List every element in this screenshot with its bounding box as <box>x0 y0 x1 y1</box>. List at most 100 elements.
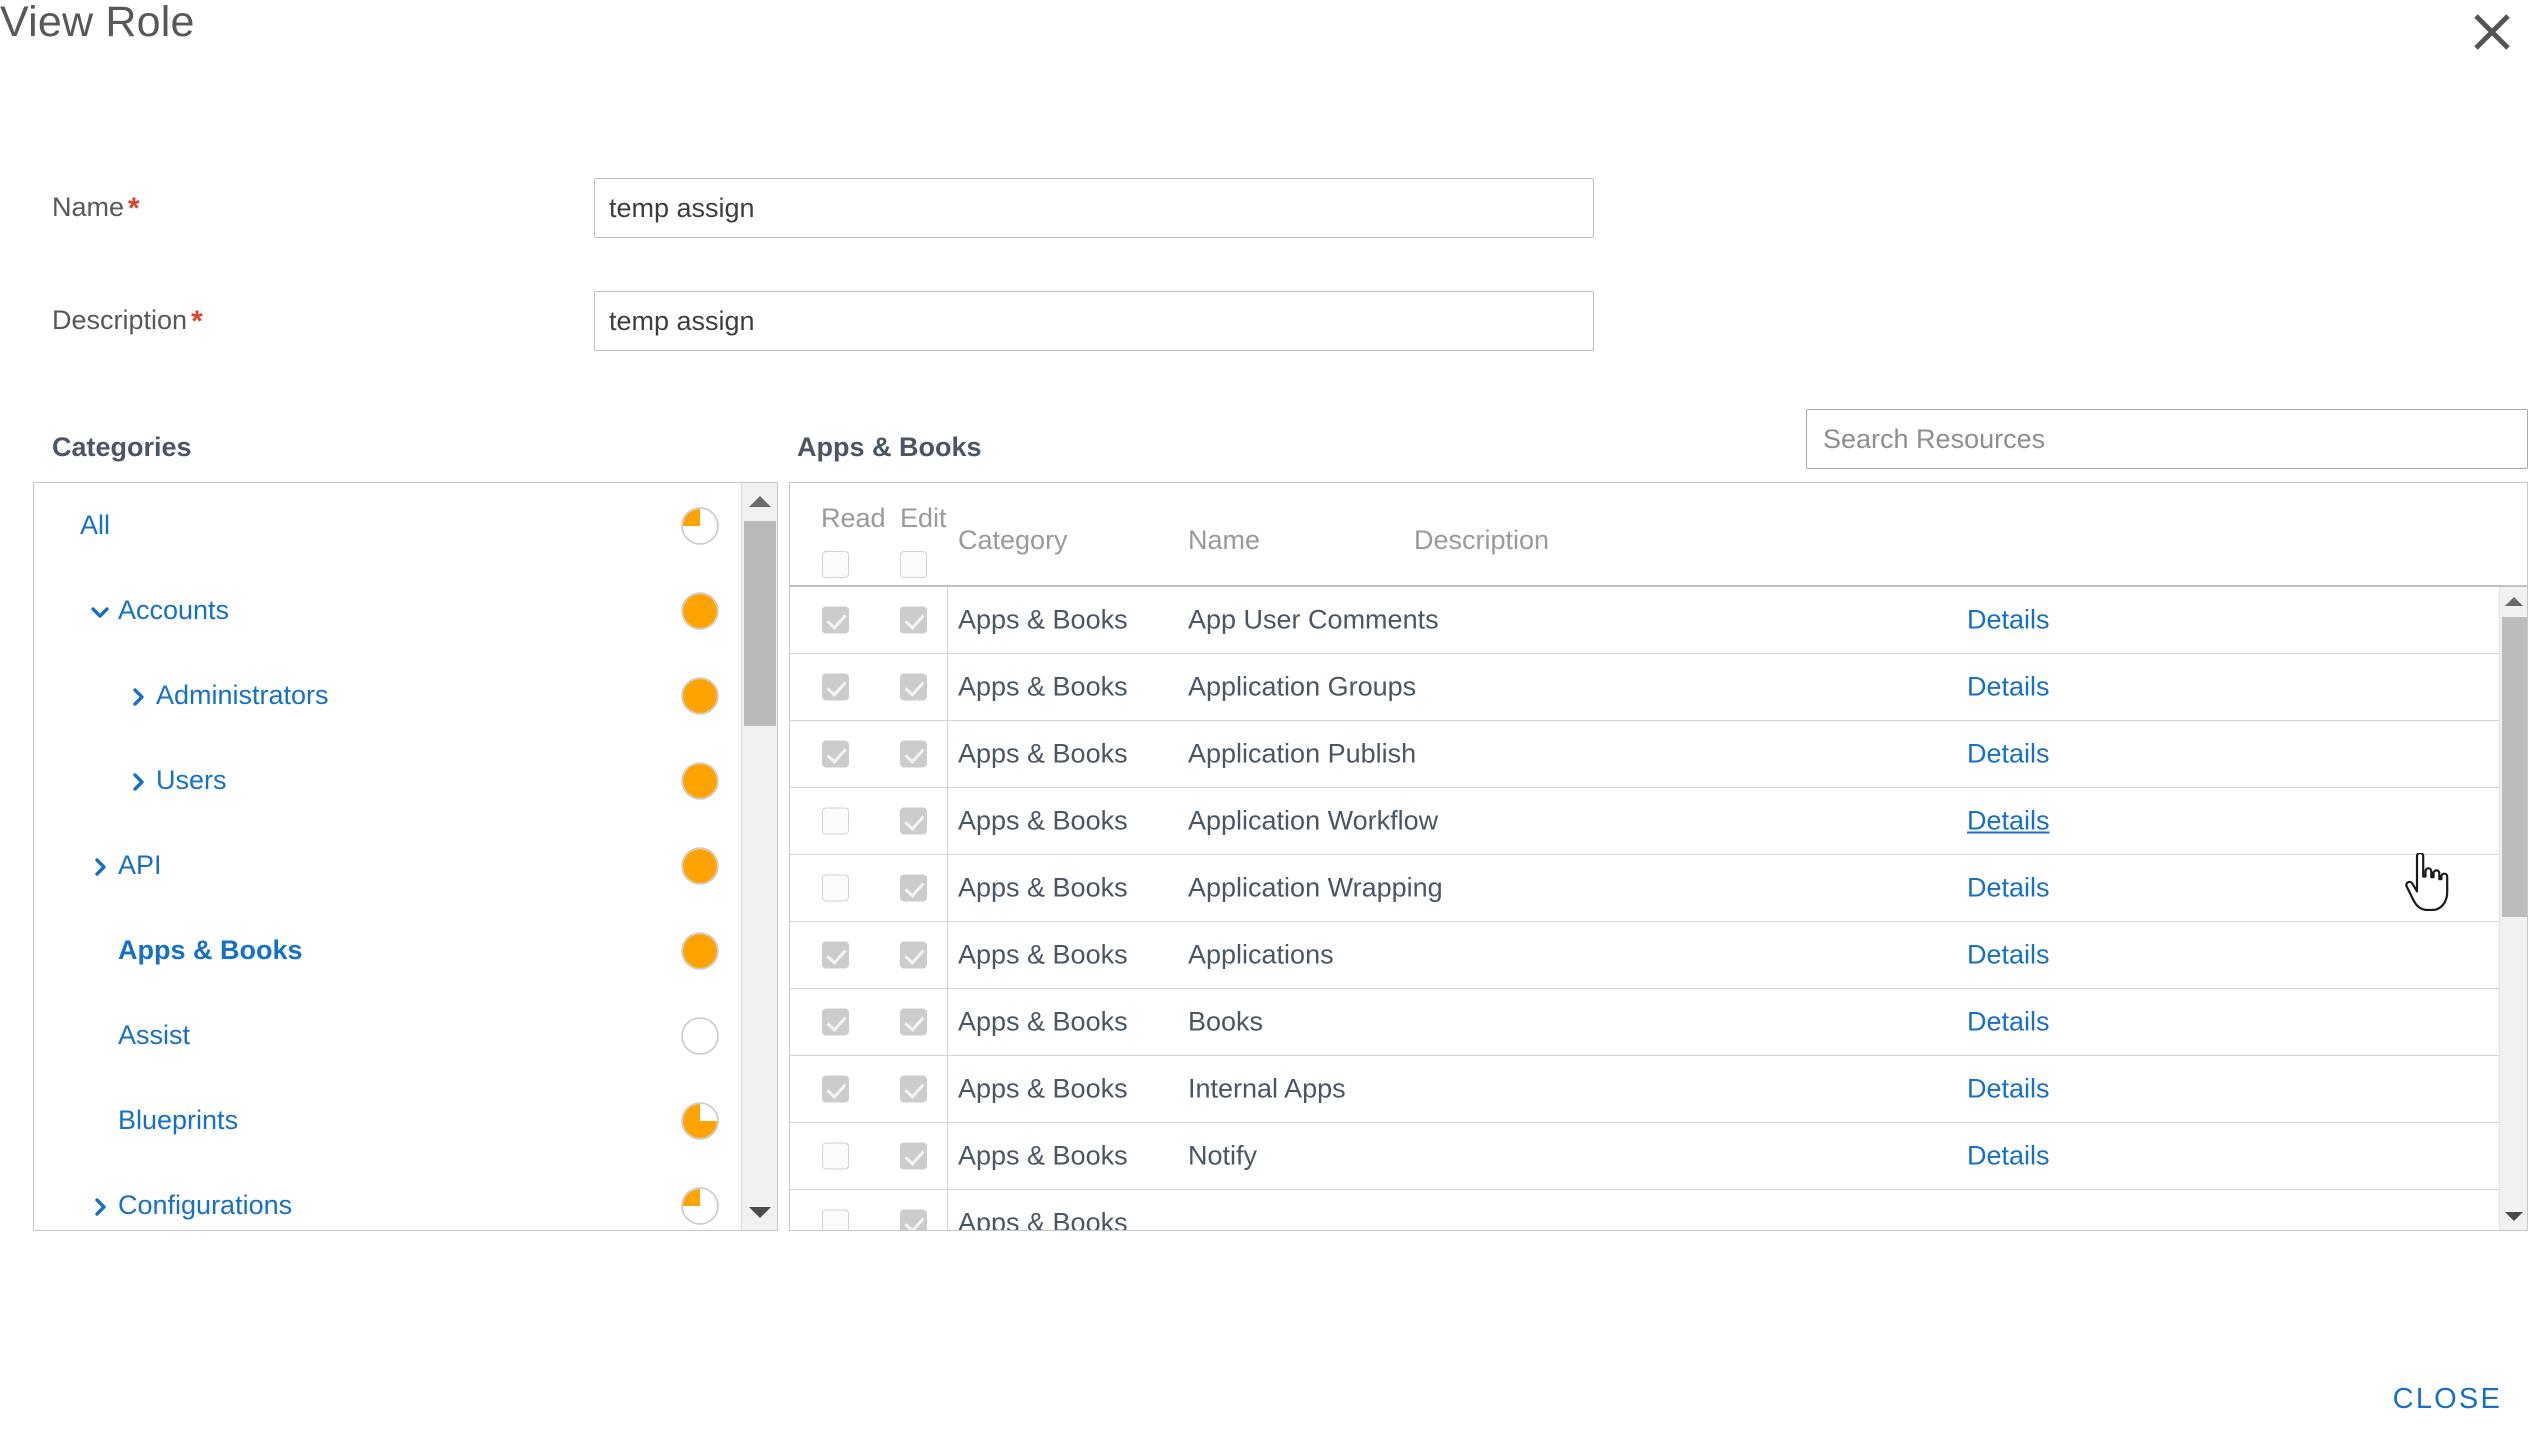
column-divider <box>947 721 948 787</box>
table-scroll-thumb[interactable] <box>2502 617 2527 917</box>
tree-scroll-thumb[interactable] <box>744 521 776 726</box>
chevron-down-icon[interactable] <box>89 601 111 623</box>
required-marker: * <box>191 305 203 338</box>
category-tree-item-label: Apps & Books <box>118 935 303 965</box>
category-tree-item[interactable]: Accounts <box>34 568 741 653</box>
table-scrollbar[interactable] <box>2499 587 2527 1230</box>
column-header-name: Name <box>1188 525 1261 555</box>
row-details-link[interactable]: Details <box>1967 1141 2050 1172</box>
row-read-checkbox[interactable] <box>822 1142 849 1170</box>
row-edit-checkbox[interactable] <box>900 673 927 701</box>
category-tree-item[interactable]: Blueprints <box>34 1078 741 1163</box>
permission-pie-indicator <box>681 1101 719 1140</box>
row-edit-checkbox[interactable] <box>900 1008 927 1036</box>
chevron-right-icon[interactable] <box>127 771 149 793</box>
row-read-checkbox[interactable] <box>822 606 849 634</box>
select-all-edit-checkbox[interactable] <box>900 551 927 578</box>
row-name-cell: App User Comments <box>1188 604 1439 635</box>
row-details-link[interactable]: Details <box>1967 605 2050 636</box>
row-details-link[interactable]: Details <box>1967 940 2050 971</box>
row-edit-checkbox[interactable] <box>900 1075 927 1103</box>
close-icon[interactable] <box>2466 6 2518 58</box>
category-tree-item[interactable]: Apps & Books <box>34 908 741 993</box>
row-details-link[interactable]: Details <box>1967 672 2050 703</box>
column-divider <box>947 989 948 1055</box>
category-tree-item-label: Assist <box>118 1020 191 1050</box>
chevron-right-icon[interactable] <box>127 686 149 708</box>
category-tree-item[interactable]: API <box>34 823 741 908</box>
column-divider <box>947 788 948 854</box>
row-edit-checkbox[interactable] <box>900 1142 927 1170</box>
table-row: Apps & Books Applications Details <box>790 922 2499 989</box>
row-details-link[interactable]: Details <box>1967 1074 2050 1105</box>
category-tree-item[interactable]: Configurations <box>34 1163 741 1230</box>
category-tree-item-label: All <box>80 510 111 540</box>
permission-pie-indicator <box>681 761 719 800</box>
table-row: Apps & Books Books Details <box>790 989 2499 1056</box>
table-row: Apps & Books <box>790 1190 2499 1230</box>
table-header: Read Edit Category Name Description <box>790 483 2527 587</box>
close-button[interactable]: CLOSE <box>2383 1377 2512 1422</box>
tree-scroll-down-icon[interactable] <box>742 1194 777 1230</box>
permission-pie-indicator <box>681 846 719 885</box>
row-details-link[interactable]: Details <box>1967 873 2050 904</box>
row-edit-checkbox[interactable] <box>900 740 927 768</box>
category-tree-item[interactable]: Users <box>34 738 741 823</box>
row-edit-checkbox[interactable] <box>900 874 927 902</box>
row-name-cell: Internal Apps <box>1188 1073 1346 1104</box>
row-details-link[interactable]: Details <box>1967 806 2050 837</box>
table-body: Apps & Books App User Comments Details Apps… <box>790 587 2499 1230</box>
description-label: Description * <box>52 305 203 338</box>
name-input[interactable] <box>594 178 1594 238</box>
row-read-checkbox[interactable] <box>822 1008 849 1036</box>
chevron-right-icon[interactable] <box>89 1196 111 1218</box>
table-row: Apps & Books Application Workflow Details <box>790 788 2499 855</box>
page-title: View Role <box>0 0 195 46</box>
row-name-cell: Application Wrapping <box>1188 872 1443 903</box>
row-category-cell: Apps & Books <box>958 805 1128 836</box>
row-edit-checkbox[interactable] <box>900 807 927 835</box>
category-tree-item[interactable]: All <box>34 483 741 568</box>
description-input[interactable] <box>594 291 1594 351</box>
row-read-checkbox[interactable] <box>822 740 849 768</box>
table-scroll-up-icon[interactable] <box>2500 587 2527 615</box>
row-edit-checkbox[interactable] <box>900 1209 927 1230</box>
row-read-checkbox[interactable] <box>822 874 849 902</box>
row-read-checkbox[interactable] <box>822 807 849 835</box>
row-read-checkbox[interactable] <box>822 1209 849 1230</box>
name-label: Name * <box>52 192 140 225</box>
view-role-dialog: View Role Name* Description* Categories … <box>0 0 2536 1440</box>
table-scroll-down-icon[interactable] <box>2500 1202 2527 1230</box>
row-name-cell: Books <box>1188 1006 1264 1037</box>
row-name-cell: Notify <box>1188 1140 1258 1171</box>
row-read-checkbox[interactable] <box>822 673 849 701</box>
row-details-link[interactable]: Details <box>1967 739 2050 770</box>
row-read-checkbox[interactable] <box>822 941 849 969</box>
row-category-cell: Apps & Books <box>958 872 1128 903</box>
category-tree-item-label: Accounts <box>118 595 230 625</box>
tree-scrollbar[interactable] <box>741 483 777 1230</box>
column-divider <box>947 587 948 653</box>
row-name-cell: Applications <box>1188 939 1334 970</box>
row-name-cell: Application Groups <box>1188 671 1417 702</box>
search-input[interactable] <box>1806 409 2528 469</box>
row-edit-checkbox[interactable] <box>900 606 927 634</box>
tree-scroll-up-icon[interactable] <box>742 483 777 519</box>
categories-tree-list: All Accounts Administrators Users API Ap… <box>34 483 741 1230</box>
column-divider <box>947 1190 948 1230</box>
select-all-read-checkbox[interactable] <box>822 551 849 578</box>
resources-heading: Apps & Books <box>797 432 982 462</box>
chevron-right-icon[interactable] <box>89 856 111 878</box>
permission-pie-indicator <box>681 676 719 715</box>
category-tree-item[interactable]: Administrators <box>34 653 741 738</box>
required-marker: * <box>128 192 140 225</box>
column-divider <box>947 1123 948 1189</box>
row-details-link[interactable]: Details <box>1967 1007 2050 1038</box>
row-read-checkbox[interactable] <box>822 1075 849 1103</box>
name-field-row: Name * <box>0 178 2536 238</box>
category-tree-item[interactable]: Assist <box>34 993 741 1078</box>
row-edit-checkbox[interactable] <box>900 941 927 969</box>
